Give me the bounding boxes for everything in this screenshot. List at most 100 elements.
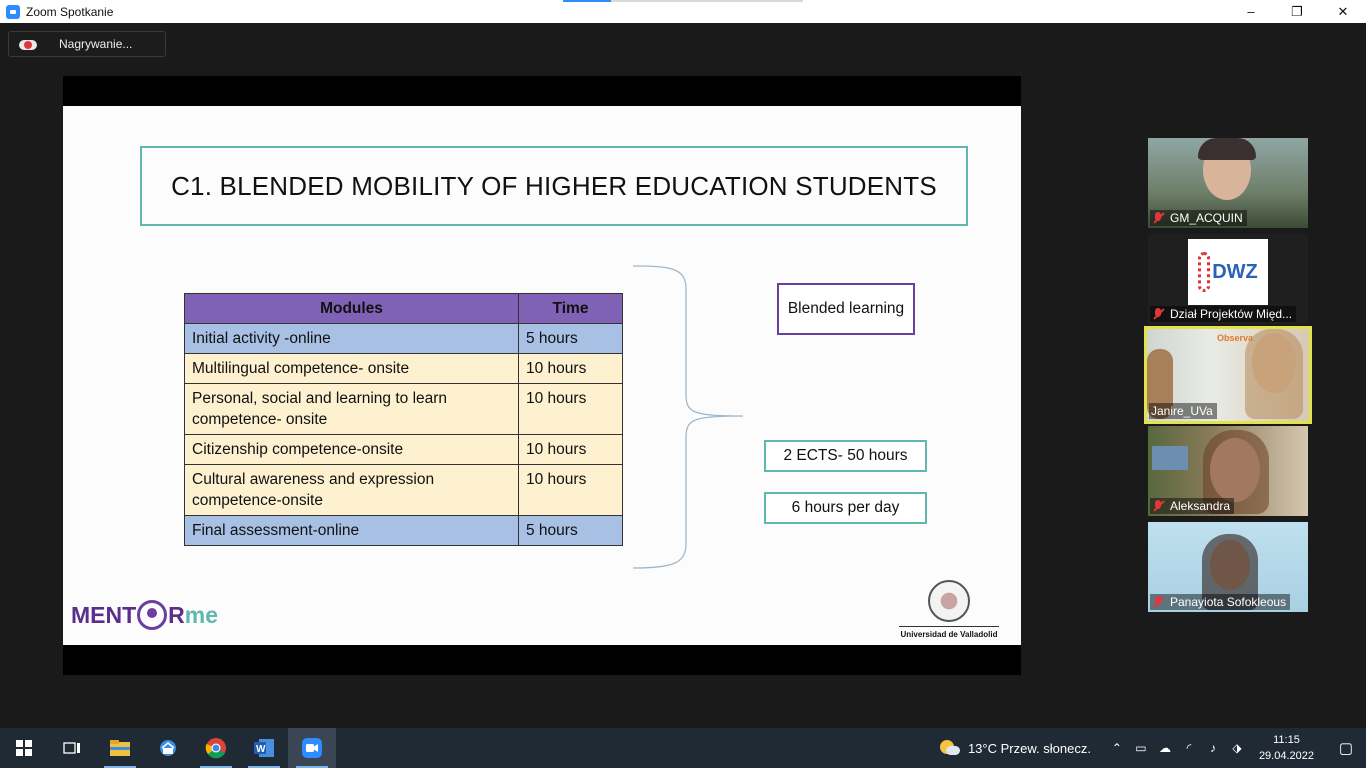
windows-taskbar: W 13°C Przew. słonecz. ⌃ ▭ ☁ ◜ ♪ ⬗ 11:15… xyxy=(0,728,1366,768)
column-header-modules: Modules xyxy=(184,293,519,324)
word-icon: W xyxy=(254,739,274,757)
slide-title: C1. BLENDED MOBILITY OF HIGHER EDUCATION… xyxy=(140,146,968,226)
window-titlebar: Zoom Spotkanie – ❐ ✕ xyxy=(0,0,1366,23)
time-cell: 5 hours xyxy=(518,515,623,546)
system-tray: 13°C Przew. słonecz. ⌃ ▭ ☁ ◜ ♪ ⬗ 11:15 2… xyxy=(939,728,1366,768)
muted-mic-icon xyxy=(1152,596,1164,608)
module-cell: Citizenship competence-onsite xyxy=(184,434,519,465)
chevron-up-icon[interactable]: ⌃ xyxy=(1109,741,1125,755)
modules-table: Modules Time Initial activity -online 5 … xyxy=(184,293,623,546)
ects-box: 2 ECTS- 50 hours xyxy=(764,440,927,472)
file-explorer-icon xyxy=(110,740,130,756)
participant-tile[interactable]: GM_ACQUIN xyxy=(1148,138,1308,228)
participant-name-bar: Dział Projektów Międ... xyxy=(1150,306,1297,322)
close-button[interactable]: ✕ xyxy=(1320,0,1366,23)
minimize-button[interactable]: – xyxy=(1228,0,1274,23)
participant-name: Aleksandra xyxy=(1170,499,1231,513)
module-cell: Personal, social and learning to learn c… xyxy=(184,383,519,435)
participant-name: Panayiota Sofokleous xyxy=(1170,595,1287,609)
time-cell: 5 hours xyxy=(518,323,623,354)
start-icon xyxy=(16,740,32,756)
svg-text:W: W xyxy=(256,744,266,755)
participant-name: Janire_UVa xyxy=(1151,404,1213,418)
hours-per-day-box: 6 hours per day xyxy=(764,492,927,524)
muted-mic-icon xyxy=(1152,212,1164,224)
table-header-row: Modules Time xyxy=(184,293,623,324)
clock-date: 29.04.2022 xyxy=(1258,750,1314,762)
time-cell: 10 hours xyxy=(518,434,623,465)
mentorme-logo: MENT R me xyxy=(71,600,218,630)
university-logo: Universidad de Valladolid xyxy=(899,580,999,639)
file-explorer-button[interactable] xyxy=(96,728,144,768)
zoom-app-icon xyxy=(6,4,20,19)
recording-indicator[interactable]: Nagrywanie... xyxy=(8,31,166,57)
outlook-icon xyxy=(160,740,176,756)
chrome-icon xyxy=(205,738,226,759)
notification-icon[interactable]: ▢ xyxy=(1326,728,1366,768)
muted-mic-icon xyxy=(1152,308,1164,320)
participant-tile[interactable]: Aleksandra xyxy=(1148,426,1308,516)
logo-ring-icon xyxy=(137,600,168,630)
weather-icon xyxy=(939,740,960,756)
task-view-icon xyxy=(63,742,80,754)
start-button[interactable] xyxy=(0,728,48,768)
university-name: Universidad de Valladolid xyxy=(900,630,998,639)
module-cell: Final assessment-online xyxy=(184,515,519,546)
participant-tile-active-speaker[interactable]: Observa Janire_UVa xyxy=(1144,326,1312,424)
module-cell: Multilingual competence- onsite xyxy=(184,353,519,384)
participant-name-bar: GM_ACQUIN xyxy=(1150,210,1247,226)
background-picture xyxy=(1152,446,1188,470)
logo-text-me: me xyxy=(184,601,219,628)
wifi-icon[interactable]: ◜ xyxy=(1181,741,1197,755)
clock-time: 11:15 xyxy=(1273,734,1300,746)
participant-name: GM_ACQUIN xyxy=(1170,211,1243,225)
dropbox-icon[interactable]: ⬗ xyxy=(1229,741,1245,755)
column-header-time: Time xyxy=(518,293,623,324)
word-button[interactable]: W xyxy=(240,728,288,768)
window-controls: – ❐ ✕ xyxy=(1228,0,1366,23)
logo-text-r: R xyxy=(168,601,185,628)
table-row: Cultural awareness and expression compet… xyxy=(184,464,623,516)
zoom-icon xyxy=(302,738,322,758)
module-cell: Cultural awareness and expression compet… xyxy=(184,464,519,516)
loading-progress-bar xyxy=(563,0,803,2)
chrome-button[interactable] xyxy=(192,728,240,768)
time-cell: 10 hours xyxy=(518,353,623,384)
cloud-recording-icon xyxy=(19,38,37,50)
network-device-icon[interactable]: ▭ xyxy=(1133,741,1149,755)
participant-name-bar: Aleksandra xyxy=(1150,498,1235,514)
university-seal-icon xyxy=(928,580,970,622)
task-view-button[interactable] xyxy=(48,728,96,768)
logo-text-ment: MENT xyxy=(71,601,137,628)
dwz-logo-text: DWZ xyxy=(1212,260,1258,283)
outlook-button[interactable] xyxy=(144,728,192,768)
onedrive-error-icon[interactable]: ☁ xyxy=(1157,741,1173,755)
table-row: Multilingual competence- onsite 10 hours xyxy=(184,353,623,384)
dna-icon xyxy=(1198,252,1211,292)
restore-button[interactable]: ❐ xyxy=(1274,0,1320,23)
participant-logo: DWZ xyxy=(1188,239,1268,305)
module-cell: Initial activity -online xyxy=(184,323,519,354)
muted-mic-icon xyxy=(1152,500,1164,512)
table-row: Initial activity -online 5 hours xyxy=(184,323,623,354)
clock[interactable]: 11:15 29.04.2022 xyxy=(1259,732,1314,764)
divider xyxy=(899,626,999,627)
loading-progress-fill xyxy=(563,0,611,2)
participant-name-bar: Janire_UVa xyxy=(1149,403,1217,419)
participant-hair xyxy=(1198,138,1256,160)
weather-text[interactable]: 13°C Przew. słonecz. xyxy=(968,741,1091,756)
participant-tile[interactable]: DWZ Dział Projektów Międ... xyxy=(1148,234,1308,324)
time-cell: 10 hours xyxy=(518,383,623,435)
recording-label: Nagrywanie... xyxy=(59,37,133,51)
zoom-button[interactable] xyxy=(288,728,336,768)
participant-name-bar: Panayiota Sofokleous xyxy=(1150,594,1291,610)
table-row: Citizenship competence-onsite 10 hours xyxy=(184,434,623,465)
volume-icon[interactable]: ♪ xyxy=(1205,741,1221,755)
participant-name: Dział Projektów Międ... xyxy=(1170,307,1293,321)
table-row: Personal, social and learning to learn c… xyxy=(184,383,623,435)
participant-tile[interactable]: Panayiota Sofokleous xyxy=(1148,522,1308,612)
presentation-slide: C1. BLENDED MOBILITY OF HIGHER EDUCATION… xyxy=(63,106,1021,645)
curly-brace-divider xyxy=(632,265,744,569)
blended-learning-box: Blended learning xyxy=(777,283,915,335)
window-title: Zoom Spotkanie xyxy=(26,4,114,19)
